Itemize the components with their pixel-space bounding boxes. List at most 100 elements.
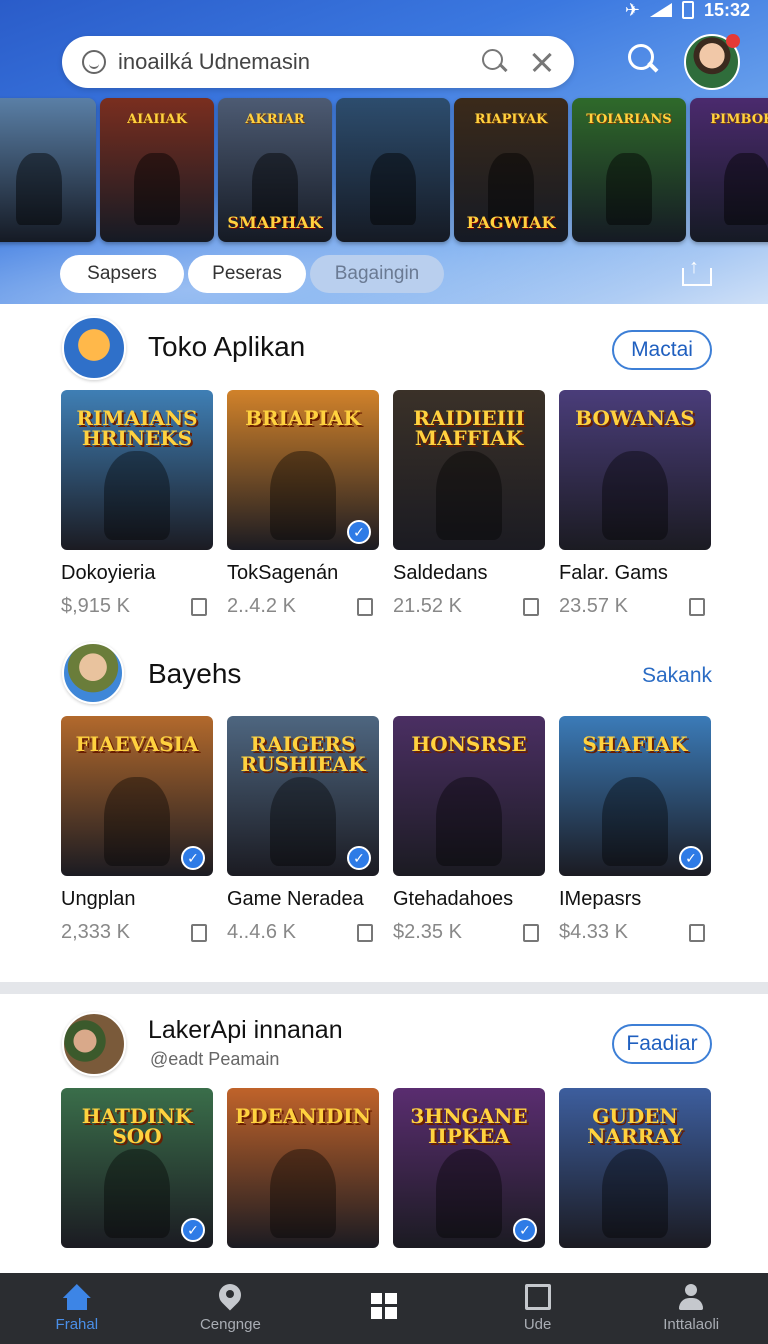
nav-item-location[interactable]: Cengnge [154, 1273, 308, 1344]
section-divider [0, 982, 768, 994]
app-thumb-title: BOWANAS [575, 406, 695, 430]
banner-card[interactable] [0, 98, 96, 242]
app-name: Dokoyieria [61, 562, 156, 584]
banner-art [134, 152, 180, 225]
nav-item-profile[interactable]: Inttalaoli [614, 1273, 768, 1344]
bookmark-icon[interactable] [357, 923, 373, 942]
app-thumb-title: 3HNGANE IIPKEA [410, 1104, 528, 1148]
app-art [601, 450, 669, 541]
search-input[interactable]: inoailká Udnemasin [118, 49, 482, 75]
nav-item-home[interactable]: Frahal [0, 1273, 154, 1344]
location-pin-icon [219, 1284, 241, 1310]
app-thumbnail[interactable]: GUDEN NARRAY [559, 1088, 711, 1248]
banner-title: AKRIAR [245, 112, 305, 127]
app-thumbnail[interactable]: BOWANAS [559, 390, 711, 550]
section-title: Bayehs [148, 658, 242, 689]
wifi-icon [649, 3, 672, 17]
app-size: 23.57 K [559, 595, 628, 617]
app-card[interactable]: RAIGERS RUSHIEAK ✓ Game Neradea 4..4.6 K [227, 716, 379, 944]
app-thumbnail[interactable]: HONSRSE [393, 716, 545, 876]
app-thumbnail[interactable]: FIAEVASIA ✓ [61, 716, 213, 876]
app-meta: $4.33 K [559, 921, 711, 944]
grid-icon [370, 1292, 397, 1319]
app-art [269, 776, 337, 867]
banner-card[interactable]: AIAIIAK [100, 98, 214, 242]
app-card[interactable]: BOWANAS Falar. Gams 23.57 K [559, 390, 711, 618]
section-title: LakerApi innanan [148, 1016, 343, 1044]
app-card[interactable]: RIMAIANS HRINEKS Dokoyieria $,915 K [61, 390, 213, 618]
square-icon [524, 1284, 551, 1310]
section-action-button[interactable]: Faadiar [612, 1024, 712, 1064]
bookmark-icon[interactable] [523, 597, 539, 616]
clear-icon[interactable] [530, 50, 554, 74]
signal-icon: ✈ [624, 0, 640, 20]
app-thumbnail[interactable]: SHAFIAK ✓ [559, 716, 711, 876]
app-name: Ungplan [61, 888, 136, 910]
banner-title: PIMBOKS [710, 112, 768, 127]
app-meta: 2,333 K [61, 921, 213, 944]
section-link-button[interactable]: Sakank [612, 656, 712, 696]
pill-bagaingin[interactable]: Bagaingin [310, 255, 444, 293]
bookmark-icon[interactable] [357, 597, 373, 616]
banner-art [606, 152, 652, 225]
app-thumbnail[interactable]: RAIGERS RUSHIEAK ✓ [227, 716, 379, 876]
pill-peseras[interactable]: Peseras [188, 255, 306, 293]
share-icon[interactable] [682, 256, 712, 286]
app-card[interactable]: BRIAPIAK ✓ TokSagenán 2..4.2 K [227, 390, 379, 618]
bookmark-icon[interactable] [191, 923, 207, 942]
featured-banner-carousel[interactable]: AIAIIAK AKRIAR SMAPHAK RIAPIYAK PAGWIAK … [0, 98, 768, 242]
header-search-icon[interactable] [628, 44, 660, 76]
banner-card[interactable]: TOIARIANS [572, 98, 686, 242]
app-size: 2..4.2 K [227, 595, 296, 617]
app-thumb-title: FIAEVASIA [75, 732, 199, 756]
search-icon[interactable] [482, 49, 508, 75]
banner-card[interactable]: RIAPIYAK PAGWIAK [454, 98, 568, 242]
section-toko-aplikan: Toko Aplikan Mactai RIMAIANS HRINEKS Dok… [0, 304, 768, 638]
banner-card[interactable]: PIMBOKS [690, 98, 768, 242]
section-title: Toko Aplikan [148, 331, 306, 362]
app-art [435, 450, 503, 541]
app-grid: HATDINK SOO ✓ PDEANIDIN 3HNGANE IIPKEA ✓… [61, 1088, 711, 1248]
app-card[interactable]: SHAFIAK ✓ IMepasrs $4.33 K [559, 716, 711, 944]
bookmark-icon[interactable] [191, 597, 207, 616]
smiley-icon [82, 50, 106, 74]
profile-avatar[interactable] [684, 34, 740, 90]
app-art [601, 776, 669, 867]
app-art [269, 1148, 337, 1239]
section-avatar [62, 1012, 126, 1076]
app-thumbnail[interactable]: BRIAPIAK ✓ [227, 390, 379, 550]
status-bar: ✈ 15:32 [625, 0, 750, 20]
nav-item-ude[interactable]: Ude [461, 1273, 615, 1344]
nav-item-apps[interactable] [307, 1273, 461, 1344]
app-meta: 21.52 K [393, 595, 545, 618]
app-card[interactable]: HATDINK SOO ✓ [61, 1088, 213, 1248]
verified-badge-icon: ✓ [679, 846, 703, 870]
app-card[interactable]: 3HNGANE IIPKEA ✓ [393, 1088, 545, 1248]
verified-badge-icon: ✓ [181, 1218, 205, 1242]
bookmark-icon[interactable] [523, 923, 539, 942]
app-card[interactable]: PDEANIDIN [227, 1088, 379, 1248]
app-thumbnail[interactable]: HATDINK SOO ✓ [61, 1088, 213, 1248]
search-bar[interactable]: inoailká Udnemasin [62, 36, 574, 88]
header: ✈ 15:32 inoailká Udnemasin AIAIIAK AKRIA… [0, 0, 768, 304]
app-card[interactable]: RAIDIEIII MAFFIAK Saldedans 21.52 K [393, 390, 545, 618]
section-action-button[interactable]: Mactai [612, 330, 712, 370]
app-thumbnail[interactable]: PDEANIDIN [227, 1088, 379, 1248]
app-card[interactable]: FIAEVASIA ✓ Ungplan 2,333 K [61, 716, 213, 944]
app-art [103, 776, 171, 867]
nav-label: Cengnge [199, 1316, 261, 1333]
bookmark-icon[interactable] [689, 597, 705, 616]
app-size: 4..4.6 K [227, 921, 296, 943]
app-thumbnail[interactable]: RIMAIANS HRINEKS [61, 390, 213, 550]
app-thumbnail[interactable]: RAIDIEIII MAFFIAK [393, 390, 545, 550]
bookmark-icon[interactable] [689, 923, 705, 942]
app-thumb-title: PDEANIDIN [235, 1104, 371, 1128]
pill-sapsers[interactable]: Sapsers [60, 255, 184, 293]
banner-card[interactable] [336, 98, 450, 242]
section-bayehs: Bayehs Sakank FIAEVASIA ✓ Ungplan 2,333 … [0, 638, 768, 982]
app-thumb-title: HONSRSE [411, 732, 527, 756]
app-thumbnail[interactable]: 3HNGANE IIPKEA ✓ [393, 1088, 545, 1248]
app-card[interactable]: GUDEN NARRAY [559, 1088, 711, 1248]
banner-card[interactable]: AKRIAR SMAPHAK [218, 98, 332, 242]
app-card[interactable]: HONSRSE Gtehadahoes $2.35 K [393, 716, 545, 944]
